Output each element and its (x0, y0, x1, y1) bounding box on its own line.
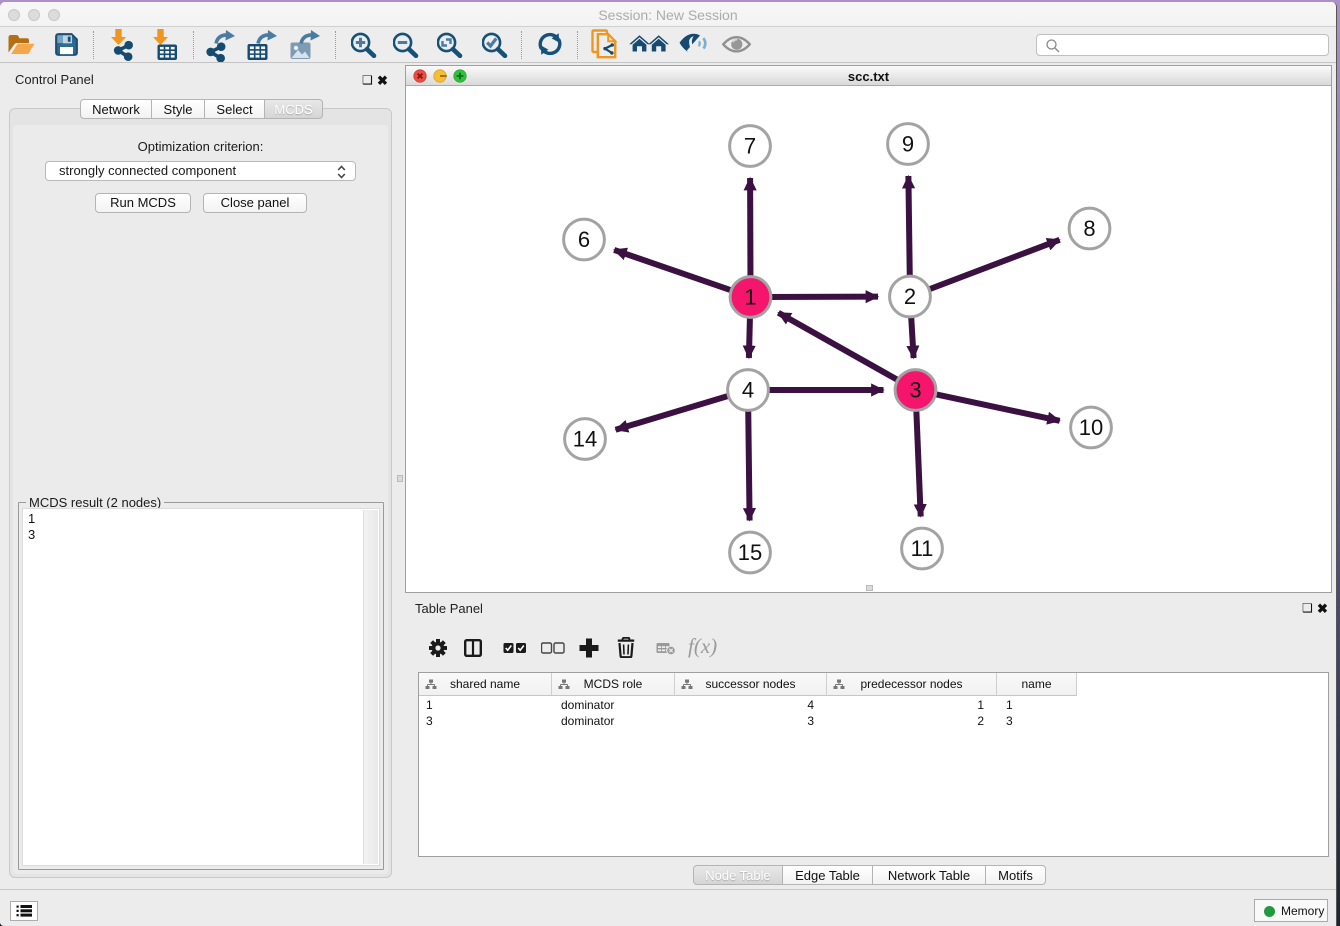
svg-text:1: 1 (744, 285, 756, 310)
svg-text:7: 7 (744, 134, 756, 159)
svg-text:14: 14 (573, 427, 597, 452)
svg-text:2: 2 (904, 284, 916, 309)
svg-text:8: 8 (1083, 216, 1095, 241)
svg-text:10: 10 (1079, 415, 1103, 440)
svg-text:15: 15 (738, 540, 762, 565)
svg-text:9: 9 (902, 132, 914, 157)
svg-text:3: 3 (909, 378, 921, 403)
svg-text:6: 6 (578, 227, 590, 252)
svg-text:11: 11 (911, 536, 934, 561)
svg-text:4: 4 (742, 378, 754, 403)
